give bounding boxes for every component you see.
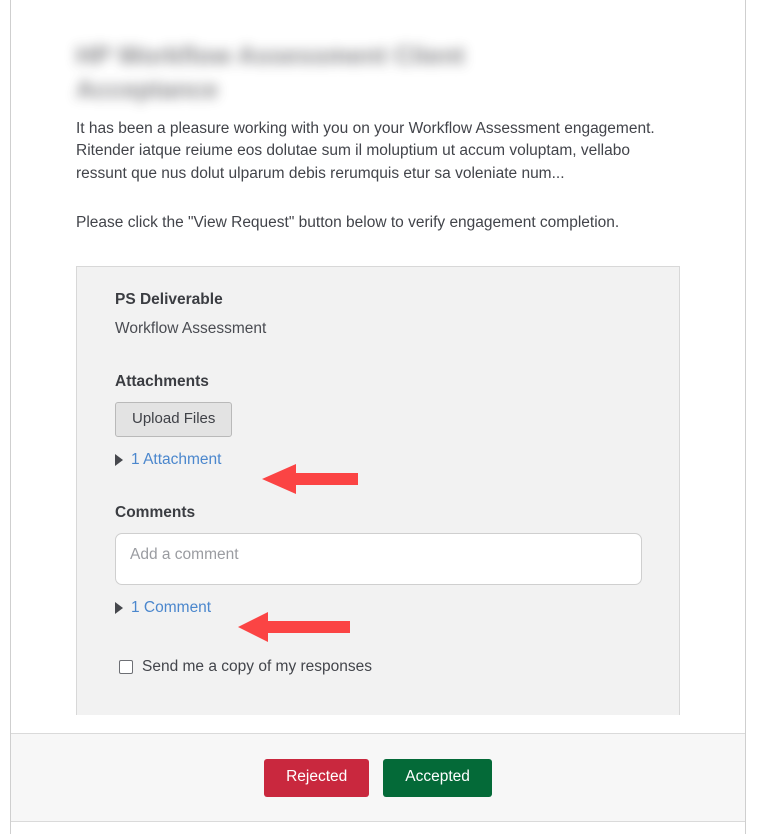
- page-title: HP Workflow Assessment Client Acceptance: [76, 42, 465, 104]
- triangle-right-icon[interactable]: [115, 601, 123, 614]
- rejected-button[interactable]: Rejected: [264, 759, 370, 797]
- ps-deliverable-label: PS Deliverable: [115, 291, 223, 309]
- attachments-count-link[interactable]: 1 Attachment: [131, 451, 221, 469]
- triangle-right-icon[interactable]: [115, 453, 123, 466]
- instruction-paragraph: Please click the "View Request" button b…: [76, 214, 620, 232]
- send-copy-label[interactable]: Send me a copy of my responses: [142, 658, 372, 676]
- comments-disclosure-row[interactable]: 1 Comment: [115, 599, 641, 617]
- comments-count-link[interactable]: 1 Comment: [131, 599, 211, 617]
- intro-paragraph: It has been a pleasure working with you …: [76, 119, 655, 183]
- attachments-heading: Attachments: [115, 373, 209, 391]
- send-copy-checkbox[interactable]: [119, 659, 133, 674]
- upload-files-button[interactable]: Upload Files: [115, 402, 233, 437]
- email-body-region: HP Workflow Assessment Client Acceptance…: [11, 0, 745, 733]
- accepted-button[interactable]: Accepted: [383, 759, 492, 797]
- comments-heading: Comments: [115, 503, 196, 521]
- action-footer: Rejected Accepted: [11, 733, 745, 822]
- email-approval-page: HP Workflow Assessment Client Acceptance…: [0, 0, 758, 834]
- footer-bottom-border: [11, 821, 745, 822]
- send-copy-row[interactable]: Send me a copy of my responses: [115, 657, 641, 699]
- comment-input[interactable]: [115, 532, 642, 585]
- deliverable-card: PS Deliverable Workflow Assessment Attac…: [76, 266, 680, 716]
- frame-border-right: [745, 0, 746, 834]
- ps-deliverable-value: Workflow Assessment: [115, 320, 267, 338]
- attachments-disclosure-row[interactable]: 1 Attachment: [115, 451, 641, 469]
